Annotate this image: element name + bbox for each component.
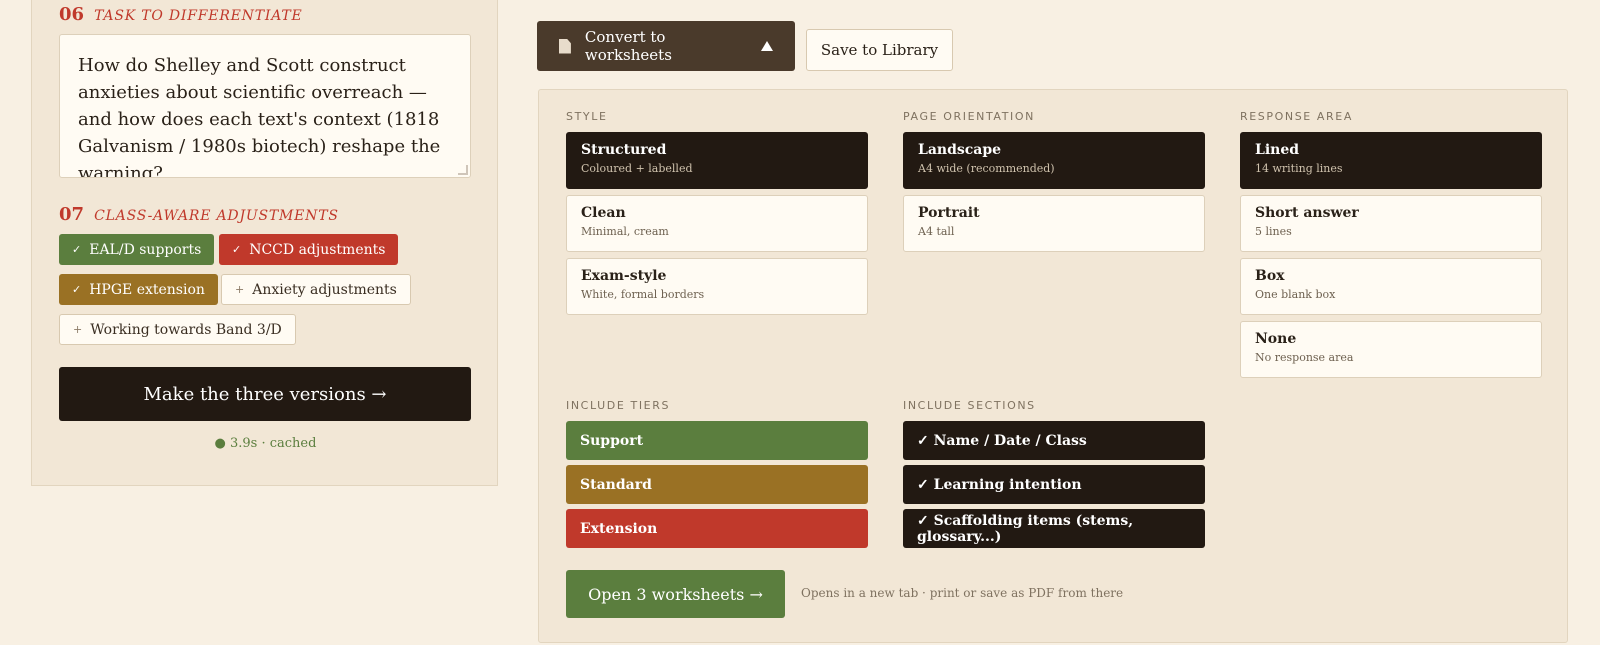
option-subtitle: 5 lines (1255, 225, 1292, 238)
section-number: 06 (59, 4, 85, 25)
response-option-lined[interactable]: Lined 14 writing lines (1240, 132, 1542, 189)
option-subtitle: No response area (1255, 351, 1354, 364)
tier-toggle-standard[interactable]: Standard (566, 465, 868, 504)
section-toggle-name-date-class[interactable]: ✓ Name / Date / Class (903, 421, 1205, 460)
style-label: STYLE (566, 110, 608, 123)
chip-eald-supports[interactable]: ✓ EAL/D supports (59, 234, 215, 265)
option-subtitle: One blank box (1255, 288, 1336, 301)
section-toggle-learning-intention[interactable]: ✓ Learning intention (903, 465, 1205, 504)
adjustments-section-header: 07 CLASS-AWARE ADJUSTMENTS (59, 204, 339, 225)
style-option-clean[interactable]: Clean Minimal, cream (566, 195, 868, 252)
open-note: Opens in a new tab · print or save as PD… (801, 586, 1124, 600)
orientation-option-landscape[interactable]: Landscape A4 wide (recommended) (903, 132, 1205, 189)
include-tiers-label: INCLUDE TIERS (566, 399, 671, 412)
document-icon (559, 39, 571, 54)
check-icon: ✓ (72, 283, 82, 296)
chip-nccd-adjustments[interactable]: ✓ NCCD adjustments (219, 234, 399, 265)
option-title: Lined (1255, 142, 1300, 158)
caret-up-icon (761, 41, 773, 51)
option-title: Portrait (918, 205, 980, 221)
convert-label: Convert to worksheets (584, 28, 672, 64)
option-subtitle: Minimal, cream (581, 225, 669, 238)
chip-label: NCCD adjustments (249, 241, 386, 258)
tier-toggle-support[interactable]: Support (566, 421, 868, 460)
include-sections-label: INCLUDE SECTIONS (903, 399, 1036, 412)
option-subtitle: A4 wide (recommended) (918, 162, 1055, 175)
option-title: Landscape (918, 142, 1002, 158)
check-icon: ✓ (232, 243, 242, 256)
option-title: Box (1255, 268, 1285, 284)
convert-to-worksheets-button[interactable]: Convert to worksheets (537, 21, 795, 71)
style-option-structured[interactable]: Structured Coloured + labelled (566, 132, 868, 189)
chip-label: HPGE extension (89, 281, 205, 298)
chip-label: Working towards Band 3/D (90, 321, 282, 338)
open-worksheets-button[interactable]: Open 3 worksheets → (566, 570, 785, 618)
make-versions-button[interactable]: Make the three versions → (59, 367, 471, 421)
option-subtitle: Coloured + labelled (581, 162, 693, 175)
plus-icon: + (73, 323, 83, 336)
chip-label: Anxiety adjustments (252, 281, 397, 298)
response-area-label: RESPONSE AREA (1240, 110, 1353, 123)
option-subtitle: 14 writing lines (1255, 162, 1343, 175)
task-textarea[interactable]: How do Shelley and Scott construct anxie… (59, 34, 471, 178)
section-number: 07 (59, 204, 85, 225)
option-title: None (1255, 331, 1297, 347)
section-title: TASK TO DIFFERENTIATE (94, 8, 303, 24)
status-text: ● 3.9s · cached (214, 436, 317, 451)
plus-icon: + (235, 283, 245, 296)
option-title: Short answer (1255, 205, 1359, 221)
option-title: Structured (581, 142, 667, 158)
option-title: Exam-style (581, 268, 667, 284)
chip-anxiety-adjustments[interactable]: + Anxiety adjustments (221, 274, 411, 305)
tier-toggle-extension[interactable]: Extension (566, 509, 868, 548)
worksheet-options-panel: STYLE Structured Coloured + labelled Cle… (538, 89, 1568, 643)
section-toggle-scaffolding[interactable]: ✓ Scaffolding items (stems, glossary...) (903, 509, 1205, 548)
option-subtitle: A4 tall (918, 225, 955, 238)
task-section-header: 06 TASK TO DIFFERENTIATE (59, 4, 303, 25)
chip-hpge-extension[interactable]: ✓ HPGE extension (59, 274, 218, 305)
save-to-library-button[interactable]: Save to Library (806, 29, 953, 71)
task-panel: 06 TASK TO DIFFERENTIATE How do Shelley … (31, 0, 498, 486)
chip-working-towards-band[interactable]: + Working towards Band 3/D (59, 314, 296, 345)
chip-label: EAL/D supports (89, 241, 202, 258)
resize-handle[interactable] (458, 165, 468, 175)
response-option-box[interactable]: Box One blank box (1240, 258, 1542, 315)
option-subtitle: White, formal borders (581, 288, 705, 301)
option-title: Clean (581, 205, 626, 221)
orientation-label: PAGE ORIENTATION (903, 110, 1035, 123)
task-text: How do Shelley and Scott construct anxie… (78, 55, 441, 178)
check-icon: ✓ (72, 243, 82, 256)
response-option-none[interactable]: None No response area (1240, 321, 1542, 378)
section-title: CLASS-AWARE ADJUSTMENTS (94, 208, 339, 224)
response-option-short-answer[interactable]: Short answer 5 lines (1240, 195, 1542, 252)
style-option-exam[interactable]: Exam-style White, formal borders (566, 258, 868, 315)
orientation-option-portrait[interactable]: Portrait A4 tall (903, 195, 1205, 252)
